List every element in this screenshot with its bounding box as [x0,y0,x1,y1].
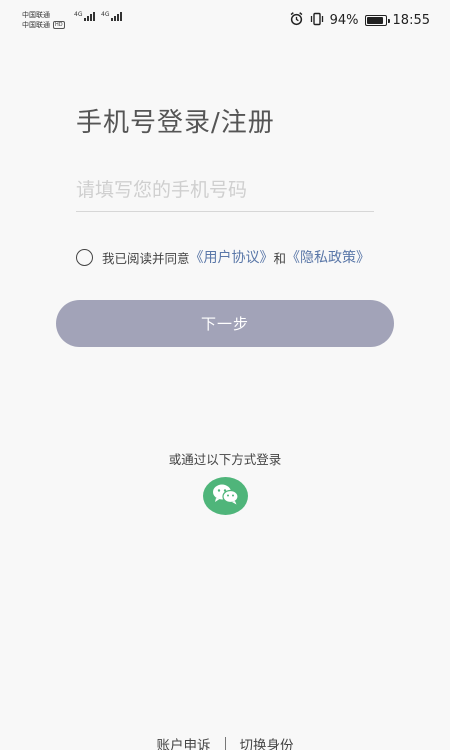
signal-icon: 4G [101,11,123,21]
footer-divider [224,737,226,750]
next-button[interactable]: 下一步 [56,300,394,347]
wechat-login-button[interactable] [203,477,248,515]
agreement-row: 我已阅读并同意 《用户协议》 和 《隐私政策》 [76,247,370,267]
vibrate-icon [310,12,324,30]
account-appeal-link[interactable]: 账户申诉 [157,734,211,750]
hd-badge: HD [53,21,65,29]
user-agreement-link[interactable]: 《用户协议》 [190,247,274,267]
footer: 账户申诉 切换身份 [0,734,450,750]
battery-icon [364,15,390,26]
phone-input[interactable] [76,168,374,212]
signal-icon: 4G [74,11,96,21]
status-bar: 中国联通 中国联通 HD 4G 4G 94% 18:55 [0,0,450,36]
clock: 18:55 [392,13,430,28]
carrier-1: 中国联通 [22,11,50,19]
agreement-checkbox[interactable] [76,248,93,266]
carrier-2: 中国联通 [22,21,50,29]
agreement-and: 和 [273,250,287,266]
switch-identity-link[interactable]: 切换身份 [240,734,294,750]
alarm-icon [289,11,304,30]
network-type-1: 4G [74,11,83,18]
privacy-policy-link[interactable]: 《隐私政策》 [286,247,370,267]
carrier-info: 中国联通 中国联通 HD [22,10,65,30]
battery-percent: 94% [329,13,359,28]
status-right: 94% 18:55 [289,11,430,30]
network-type-2: 4G [101,11,110,18]
battery-level [366,17,384,24]
agreement-prefix: 我已阅读并同意 [102,250,190,266]
alt-login-label: 或通过以下方式登录 [168,452,282,467]
page-title: 手机号登录/注册 [76,108,275,138]
wechat-icon [211,482,241,510]
